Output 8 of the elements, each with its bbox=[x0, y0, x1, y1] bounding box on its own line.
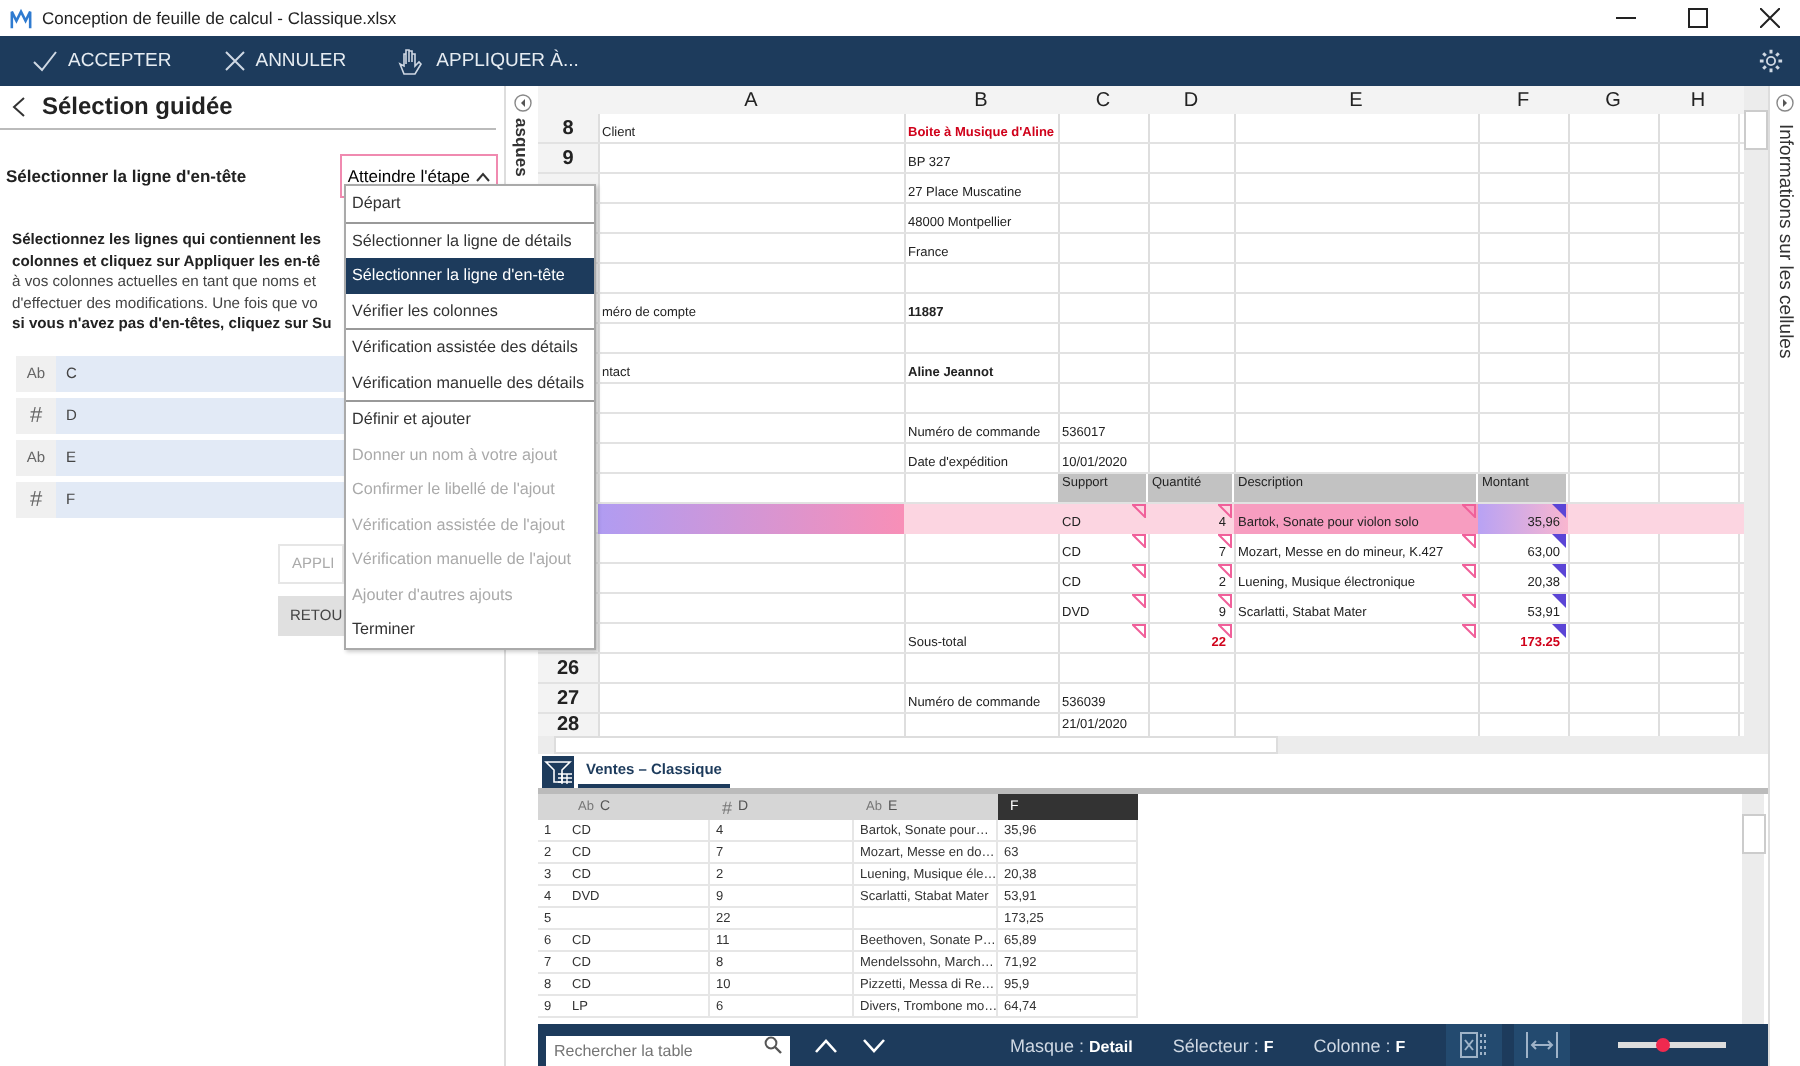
field-type: # bbox=[16, 397, 56, 433]
status-text: Masque : Detail bbox=[1010, 1035, 1133, 1055]
step-label: Sélectionner la ligne d'en-tête bbox=[6, 166, 247, 186]
panel-title: Sélection guidée bbox=[42, 92, 233, 120]
field-type: # bbox=[16, 481, 56, 517]
status-text: Colonne : F bbox=[1313, 1035, 1406, 1055]
window-title: Conception de feuille de calcul - Classique.xlsx bbox=[42, 8, 397, 28]
status-text: Sélecteur : F bbox=[1172, 1035, 1274, 1055]
